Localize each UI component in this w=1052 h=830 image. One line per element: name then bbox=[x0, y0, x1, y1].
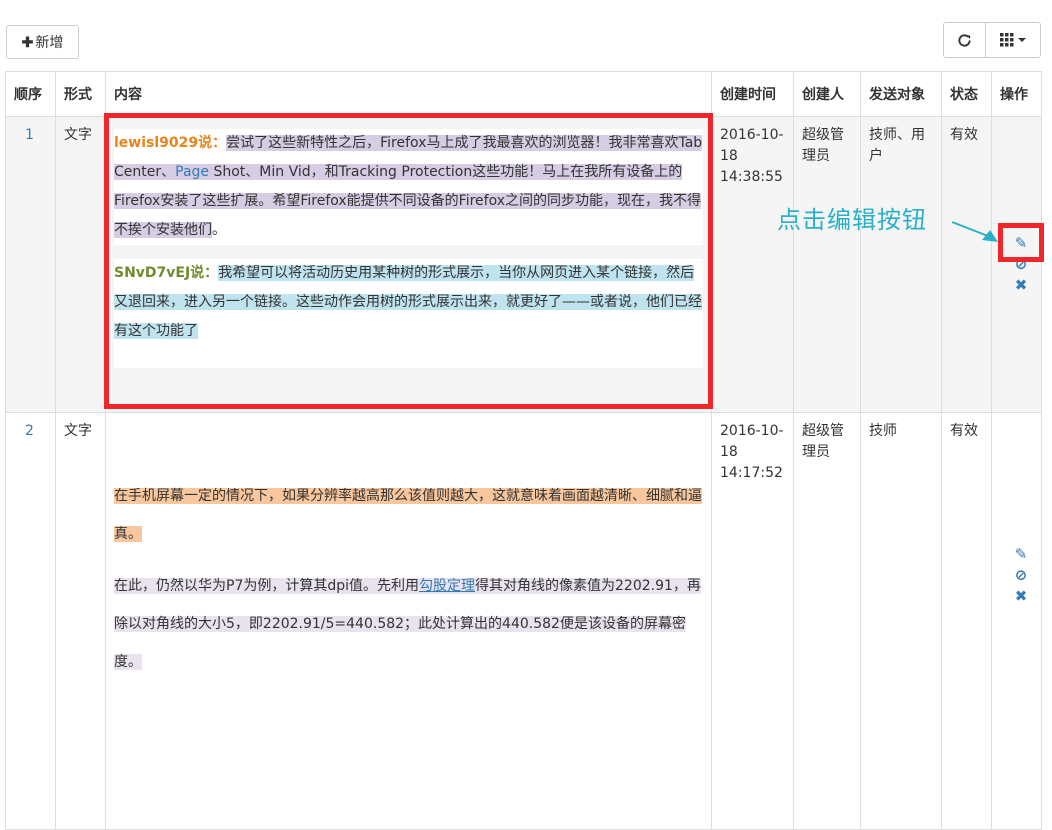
row-form: 文字 bbox=[55, 412, 106, 830]
delete-icon[interactable]: ✖ bbox=[1015, 586, 1028, 607]
row-creator: 超级管理员 bbox=[793, 116, 861, 413]
table-row: 1 文字 lewisl9029说：尝试了这些新特性之后，Firefox马上成了我… bbox=[5, 116, 1042, 413]
message-table: 顺序 形式 内容 创建时间 创建人 发送对象 状态 操作 1 文字 lewisl… bbox=[5, 71, 1042, 830]
article-text: 在手机屏幕一定的情况下，如果分辨率越高那么该值则越大，这就意味着画面越清晰、细腻… bbox=[114, 488, 702, 542]
inline-link[interactable]: Page bbox=[175, 164, 209, 180]
col-header-form[interactable]: 形式 bbox=[55, 71, 106, 117]
disable-icon[interactable]: ⊘ bbox=[1015, 565, 1028, 586]
comment-paragraph: SNvD7vEJ说：我希望可以将活动历史用某种树的形式展示，当你从网页进入某个链… bbox=[114, 259, 703, 368]
inline-link[interactable]: 勾股定理 bbox=[419, 578, 475, 594]
col-header-status[interactable]: 状态 bbox=[941, 71, 992, 117]
col-header-created-time[interactable]: 创建时间 bbox=[711, 71, 794, 117]
col-header-creator[interactable]: 创建人 bbox=[793, 71, 861, 117]
table-header-row: 顺序 形式 内容 创建时间 创建人 发送对象 状态 操作 bbox=[5, 71, 1042, 117]
row-actions-group: ✎ ⊘ ✖ bbox=[1011, 233, 1031, 296]
row-creator: 超级管理员 bbox=[793, 412, 861, 830]
row-status: 有效 bbox=[941, 412, 992, 830]
row-content: 在手机屏幕一定的情况下，如果分辨率越高那么该值则越大，这就意味着画面越清晰、细腻… bbox=[105, 412, 712, 830]
comment-author: SNvD7vEJ说： bbox=[114, 265, 219, 281]
plus-icon: ✚ bbox=[21, 33, 34, 50]
chevron-down-icon bbox=[1018, 38, 1026, 42]
row-status: 有效 bbox=[941, 116, 992, 413]
add-button-label: 新增 bbox=[35, 34, 64, 50]
refresh-button[interactable] bbox=[943, 22, 986, 58]
comment-paragraph: lewisl9029说：尝试了这些新特性之后，Firefox马上成了我最喜欢的浏… bbox=[114, 129, 703, 245]
col-header-content[interactable]: 内容 bbox=[105, 71, 712, 117]
article-paragraph: 在手机屏幕一定的情况下，如果分辨率越高那么该值则越大，这就意味着画面越清晰、细腻… bbox=[114, 477, 703, 553]
col-header-actions: 操作 bbox=[991, 71, 1042, 117]
row-content: lewisl9029说：尝试了这些新特性之后，Firefox马上成了我最喜欢的浏… bbox=[105, 116, 712, 413]
article-paragraph: 在此，仍然以华为P7为例，计算其dpi值。先利用勾股定理得其对角线的像素值为22… bbox=[114, 567, 703, 681]
row-actions bbox=[991, 412, 1042, 830]
table-row: 2 文字 在手机屏幕一定的情况下，如果分辨率越高那么该值则越大，这就意味着画面越… bbox=[5, 412, 1042, 830]
annotation-label: 点击编辑按钮 bbox=[777, 206, 927, 234]
row-index: 1 bbox=[5, 116, 56, 413]
edit-icon[interactable]: ✎ bbox=[1015, 233, 1028, 254]
row-actions-group: ✎ ⊘ ✖ bbox=[1011, 544, 1031, 607]
col-header-order[interactable]: 顺序 bbox=[5, 71, 56, 117]
delete-icon[interactable]: ✖ bbox=[1015, 275, 1028, 296]
comment-author: lewisl9029说： bbox=[114, 135, 227, 151]
article-text: 在此，仍然以华为P7为例，计算其dpi值。先利用勾股定理得其对角线的像素值为22… bbox=[114, 578, 701, 670]
row-target: 技师、用户 bbox=[860, 116, 942, 413]
row-target: 技师 bbox=[860, 412, 942, 830]
row-created-time: 2016-10-18 14:17:52 bbox=[711, 412, 794, 830]
grid-icon bbox=[1000, 33, 1014, 47]
columns-button[interactable] bbox=[985, 22, 1041, 58]
row-index: 2 bbox=[5, 412, 56, 830]
annotation-arrow bbox=[951, 221, 998, 242]
refresh-icon bbox=[958, 33, 971, 47]
row-form: 文字 bbox=[55, 116, 106, 413]
row-created-time: 2016-10-18 14:38:55 bbox=[711, 116, 794, 413]
col-header-target[interactable]: 发送对象 bbox=[860, 71, 942, 117]
disable-icon[interactable]: ⊘ bbox=[1015, 254, 1028, 275]
add-button[interactable]: ✚ 新增 bbox=[6, 25, 79, 59]
edit-icon[interactable]: ✎ bbox=[1015, 544, 1028, 565]
